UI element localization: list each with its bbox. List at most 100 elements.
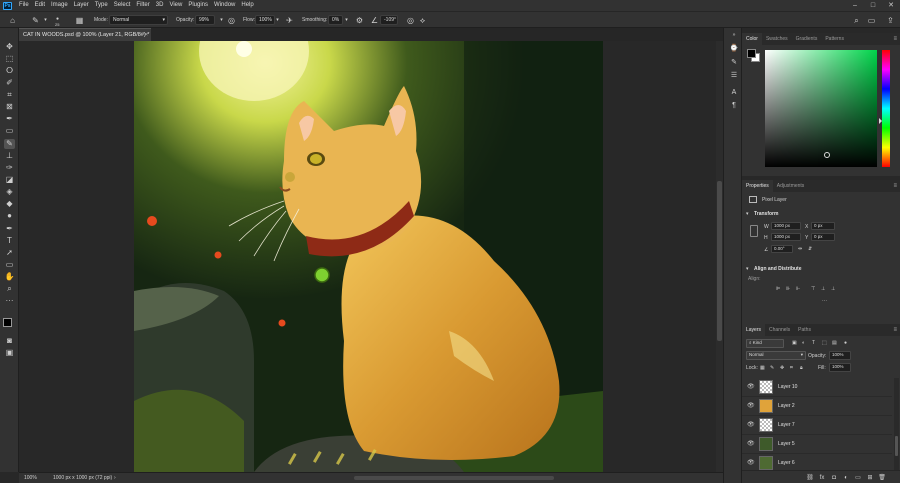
filter-pixel-icon[interactable]: ▣ — [792, 340, 797, 346]
delete-layer-icon[interactable]: 🗑︎ — [878, 474, 886, 482]
color-field[interactable] — [765, 50, 877, 167]
new-layer-icon[interactable]: ⊞ — [866, 474, 874, 482]
transform-chevron-icon[interactable]: ▾ — [746, 211, 749, 217]
tab-swatches[interactable]: Swatches — [762, 33, 792, 45]
rectangle-tool-icon[interactable]: ▭ — [4, 260, 15, 270]
eraser-tool-icon[interactable]: ◪ — [4, 175, 15, 185]
status-chevron-icon[interactable]: › — [114, 473, 116, 483]
frame-tool-icon[interactable]: ⊠ — [4, 102, 15, 112]
panel-menu-icon[interactable]: ≡ — [893, 324, 897, 336]
layers-scrollbar[interactable] — [894, 378, 899, 473]
brush-settings-icon[interactable]: ▦ — [74, 15, 85, 26]
layer-row[interactable]: 👁︎ Layer 10 — [742, 378, 892, 397]
menu-filter[interactable]: Filter — [133, 0, 152, 11]
smoothing-dropdown-icon[interactable]: ▾ — [341, 15, 352, 26]
pressure-size-icon[interactable]: ◎ — [405, 15, 416, 26]
hand-tool-icon[interactable]: ✋ — [4, 272, 15, 282]
new-group-icon[interactable]: ▭ — [854, 474, 862, 482]
layer-style-icon[interactable]: fx — [818, 474, 826, 482]
marquee-tool-icon[interactable]: ⬚ — [4, 54, 15, 64]
brush-tool-icon[interactable]: ✎ — [4, 139, 15, 149]
hue-slider-handle[interactable] — [879, 118, 882, 124]
link-layers-icon[interactable]: ⛓︎ — [806, 474, 814, 482]
quick-selection-tool-icon[interactable]: ✐ — [4, 78, 15, 88]
pressure-opacity-icon[interactable]: ◎ — [226, 15, 237, 26]
align-chevron-icon[interactable]: ▾ — [746, 266, 749, 272]
adjustments-panel-icon[interactable]: ☰ — [729, 71, 739, 81]
layer-filter-kind-select[interactable]: ⌕ Kind — [746, 339, 784, 348]
history-panel-icon[interactable]: ⌚ — [729, 44, 739, 54]
home-icon[interactable]: ⌂ — [7, 15, 18, 26]
clone-stamp-tool-icon[interactable]: ⊥ — [4, 151, 15, 161]
canvas-vertical-scrollbar[interactable] — [716, 41, 723, 472]
add-mask-icon[interactable]: ◘ — [830, 474, 838, 482]
flip-horizontal-icon[interactable]: ⇹ — [798, 246, 802, 252]
eyedropper-tool-icon[interactable]: ✒ — [4, 114, 15, 124]
more-options-icon[interactable]: ··· — [822, 298, 827, 304]
height-input[interactable]: 1000 px — [771, 233, 801, 241]
filter-shape-icon[interactable]: ⬚ — [822, 340, 827, 346]
collapse-icon[interactable]: » — [729, 30, 739, 40]
screen-mode-icon[interactable]: ▣ — [4, 348, 15, 358]
align-horizontal-centers-icon[interactable]: ⊪ — [786, 286, 790, 292]
hue-slider[interactable] — [879, 50, 890, 167]
type-tool-icon[interactable]: T — [4, 236, 15, 246]
visibility-eye-icon[interactable]: 👁︎ — [747, 459, 755, 466]
align-right-edges-icon[interactable]: ⊩ — [796, 286, 800, 292]
menu-view[interactable]: View — [166, 0, 185, 11]
mode-select[interactable]: Normal ▾ — [109, 15, 168, 25]
new-adjustment-layer-icon[interactable]: ◐ — [842, 474, 850, 482]
path-selection-tool-icon[interactable]: ➚ — [4, 248, 15, 258]
tab-layers[interactable]: Layers — [742, 324, 766, 336]
menu-image[interactable]: Image — [48, 0, 71, 11]
filter-type-icon[interactable]: T — [812, 340, 815, 346]
menu-edit[interactable]: Edit — [32, 0, 48, 11]
tab-color[interactable]: Color — [742, 33, 762, 45]
menu-help[interactable]: Help — [238, 0, 256, 11]
lock-position-icon[interactable]: ✥ — [780, 365, 784, 371]
tab-properties[interactable]: Properties — [742, 180, 773, 192]
width-input[interactable]: 1000 px — [771, 222, 801, 230]
menu-plugins[interactable]: Plugins — [185, 0, 211, 11]
tab-adjustments[interactable]: Adjustments — [773, 180, 809, 192]
link-dimensions-icon[interactable] — [750, 225, 758, 237]
blend-mode-select[interactable]: Normal ▾ — [746, 351, 806, 360]
panel-menu-icon[interactable]: ≡ — [893, 180, 897, 192]
flip-vertical-icon[interactable]: ⇵ — [808, 246, 812, 252]
opacity-input[interactable]: 99% — [195, 15, 215, 25]
panel-menu-icon[interactable]: ≡ — [893, 33, 897, 45]
zoom-tool-icon[interactable]: ⌕ — [4, 284, 15, 294]
layer-row[interactable]: 👁︎ Layer 2 — [742, 397, 892, 416]
tab-gradients[interactable]: Gradients — [792, 33, 822, 45]
close-tab-icon[interactable]: × — [145, 29, 148, 41]
align-bottom-edges-icon[interactable]: ⊥ — [831, 286, 835, 292]
visibility-eye-icon[interactable]: 👁︎ — [747, 383, 755, 390]
more-tools-icon[interactable]: ··· — [4, 296, 15, 306]
menu-3d[interactable]: 3D — [153, 0, 167, 11]
quick-mask-icon[interactable]: ◙ — [4, 336, 15, 346]
lock-image-icon[interactable]: ✎ — [770, 365, 774, 371]
workspace-icon[interactable]: ▭ — [866, 15, 877, 26]
visibility-eye-icon[interactable]: 👁︎ — [747, 421, 755, 428]
symmetry-icon[interactable]: ⟡ — [417, 15, 428, 26]
canvas-workspace[interactable] — [19, 41, 717, 472]
scrollbar-thumb[interactable] — [717, 181, 722, 341]
document-tab[interactable]: CAT IN WOODS.psd @ 100% (Layer 21, RGB/8… — [19, 28, 151, 41]
angle-input[interactable]: 0.00° — [771, 245, 793, 253]
lock-all-icon[interactable]: 🔒︎ — [800, 365, 803, 371]
layer-row[interactable]: 👁︎ Layer 5 — [742, 435, 892, 454]
tab-channels[interactable]: Channels — [765, 324, 794, 336]
airbrush-icon[interactable]: ✈ — [284, 15, 295, 26]
color-picker-cursor[interactable] — [824, 152, 830, 158]
canvas-horizontal-scrollbar[interactable] — [354, 476, 554, 480]
layers-scrollbar-thumb[interactable] — [895, 436, 898, 456]
blur-tool-icon[interactable]: ◆ — [4, 199, 15, 209]
filter-toggle-icon[interactable]: ● — [844, 340, 847, 346]
gear-icon[interactable]: ⚙ — [354, 15, 365, 26]
menu-file[interactable]: File — [16, 0, 32, 11]
filter-adjustment-icon[interactable]: ◐ — [802, 340, 805, 346]
tab-patterns[interactable]: Patterns — [821, 33, 848, 45]
lock-transparent-icon[interactable]: ▦ — [760, 365, 765, 371]
search-icon[interactable]: ⌕ — [851, 15, 862, 26]
filter-smart-object-icon[interactable]: ▤ — [832, 340, 837, 346]
